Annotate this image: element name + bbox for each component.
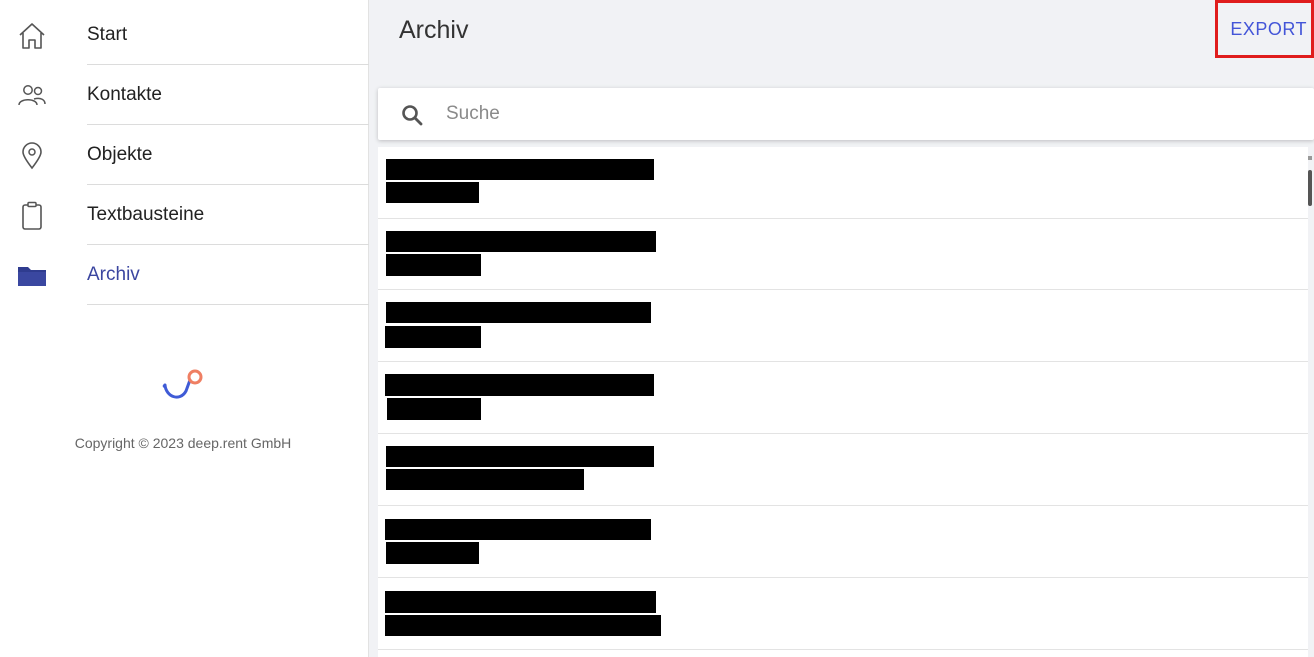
redacted-text	[385, 591, 656, 613]
folder-icon	[14, 262, 50, 290]
sidebar-item-label: Kontakte	[87, 84, 162, 105]
redacted-text	[385, 326, 481, 348]
redacted-text	[386, 469, 584, 490]
sidebar-item-label: Objekte	[87, 144, 153, 165]
sidebar-item-objekte[interactable]: Objekte	[0, 125, 369, 185]
search-icon	[400, 103, 424, 127]
list-item[interactable]	[378, 147, 1308, 219]
deep-rent-logo	[160, 368, 208, 408]
sidebar: Start Kontakte Objekte Textbausteine Arc…	[0, 0, 369, 657]
scrollbar-thumb[interactable]	[1308, 170, 1312, 206]
scrollbar[interactable]	[1308, 150, 1312, 657]
redacted-text	[386, 231, 656, 252]
redacted-text	[386, 254, 481, 276]
redacted-text	[385, 519, 651, 540]
scroll-up-arrow[interactable]	[1308, 156, 1312, 160]
redacted-text	[386, 542, 479, 564]
sidebar-item-textbausteine[interactable]: Textbausteine	[0, 185, 369, 245]
home-icon	[14, 22, 50, 50]
sidebar-item-kontakte[interactable]: Kontakte	[0, 65, 369, 125]
archive-list	[378, 147, 1308, 657]
redacted-text	[385, 374, 654, 396]
search-bar	[378, 88, 1314, 140]
redacted-text	[386, 446, 654, 467]
list-item[interactable]	[378, 434, 1308, 506]
redacted-text	[387, 398, 481, 420]
contacts-icon	[14, 82, 50, 110]
list-item[interactable]	[378, 362, 1308, 434]
search-input[interactable]	[446, 98, 1286, 130]
sidebar-item-label: Archiv	[87, 264, 140, 285]
list-item[interactable]	[378, 578, 1308, 650]
export-button[interactable]: EXPORT	[1215, 0, 1314, 58]
redacted-text	[386, 159, 654, 180]
list-item[interactable]	[378, 290, 1308, 362]
location-pin-icon	[14, 142, 50, 170]
list-item[interactable]	[378, 218, 1308, 290]
redacted-text	[385, 615, 661, 636]
page-title: Archiv	[399, 16, 469, 44]
sidebar-item-archiv[interactable]: Archiv	[0, 245, 369, 305]
divider	[87, 304, 369, 305]
redacted-text	[386, 182, 479, 203]
sidebar-item-label: Start	[87, 24, 128, 45]
sidebar-item-label: Textbausteine	[87, 204, 205, 225]
main-content: Archiv EXPORT	[369, 0, 1314, 657]
clipboard-icon	[14, 201, 50, 230]
redacted-text	[386, 302, 651, 323]
list-item[interactable]	[378, 506, 1308, 578]
sidebar-item-start[interactable]: Start	[0, 5, 369, 65]
copyright-text: Copyright © 2023 deep.rent GmbH	[74, 435, 292, 451]
